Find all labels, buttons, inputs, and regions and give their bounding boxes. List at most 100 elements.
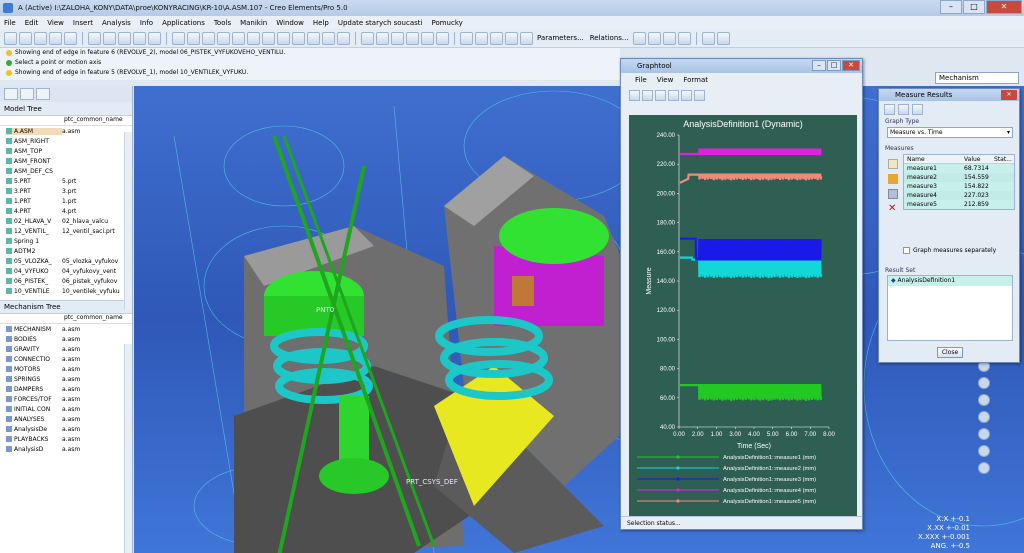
- close-button[interactable]: Close: [937, 347, 963, 358]
- column-header[interactable]: ptc_common_name: [64, 116, 123, 125]
- tree-item[interactable]: ASM_DEF_CS: [0, 166, 132, 176]
- analysis-run-icon[interactable]: [978, 462, 990, 474]
- delete-icon[interactable]: ✕: [888, 204, 898, 214]
- graphtool-close-button[interactable]: ✕: [842, 60, 860, 71]
- graphtool-minimize-button[interactable]: –: [812, 60, 826, 71]
- column-header[interactable]: ptc_common_name: [64, 314, 123, 323]
- save-icon[interactable]: [912, 104, 923, 115]
- table-row[interactable]: measure3 154.822: [904, 182, 1014, 191]
- menu-update-starych-soucasti[interactable]: Update starych soucasti: [338, 19, 423, 27]
- menu-pomucky[interactable]: Pomucky: [431, 19, 462, 27]
- tree-item[interactable]: Spring 1: [0, 236, 132, 246]
- tree-item[interactable]: 3.PRT 3.prt: [0, 186, 132, 196]
- close-button[interactable]: ✕: [986, 0, 1022, 14]
- tree-item[interactable]: 05_VLOZKA_ 05_vlozka_vyfukov: [0, 256, 132, 266]
- table-row[interactable]: measure5 212.859: [904, 200, 1014, 209]
- table-icon[interactable]: [655, 89, 666, 101]
- tree-item[interactable]: FORCES/TOF a.asm: [0, 394, 132, 404]
- mechanism-dropdown[interactable]: Mechanism: [935, 72, 1019, 84]
- shading-icon[interactable]: [337, 31, 350, 45]
- menu-applications[interactable]: Applications: [162, 19, 205, 27]
- menu-tools[interactable]: Tools: [214, 19, 231, 27]
- format-icon[interactable]: [642, 89, 653, 101]
- tree-item[interactable]: 1.PRT 1.prt: [0, 196, 132, 206]
- model-info-icon[interactable]: [490, 31, 503, 45]
- tree-item[interactable]: 12_VENTIL_ 12_ventil_saci.prt: [0, 226, 132, 236]
- measure-icon[interactable]: [460, 31, 473, 45]
- relations-button[interactable]: Relations...: [590, 34, 629, 42]
- layers-icon[interactable]: [307, 31, 320, 45]
- save-icon[interactable]: [34, 31, 47, 45]
- mechanism-tree-scrollbar[interactable]: [124, 344, 132, 553]
- menu-file[interactable]: File: [635, 76, 647, 84]
- help-icon[interactable]: [677, 31, 691, 45]
- graph-icon[interactable]: [505, 31, 518, 45]
- tree-item[interactable]: ANALYSES a.asm: [0, 414, 132, 424]
- repaint-icon[interactable]: [217, 31, 230, 45]
- damper-icon[interactable]: [978, 428, 990, 440]
- table-row[interactable]: measure2 154.559: [904, 173, 1014, 182]
- parameters-button[interactable]: Parameters...: [537, 34, 584, 42]
- open-icon[interactable]: [19, 31, 32, 45]
- find-icon[interactable]: [187, 31, 200, 45]
- refit-icon[interactable]: [681, 89, 692, 101]
- table-row[interactable]: measure1 68.7314: [904, 164, 1014, 173]
- tree-item[interactable]: ASM_FRONT: [0, 156, 132, 166]
- tree-item[interactable]: BODIES a.asm: [0, 334, 132, 344]
- table-icon[interactable]: [520, 31, 533, 45]
- regenerate-icon[interactable]: [172, 31, 185, 45]
- tree-item[interactable]: AnalysisDe a.asm: [0, 424, 132, 434]
- tree-item[interactable]: ASM_RIGHT: [0, 136, 132, 146]
- datum-axes-icon[interactable]: [376, 31, 389, 45]
- redo-icon[interactable]: [103, 31, 116, 45]
- tree-item[interactable]: PLAYBACKS a.asm: [0, 434, 132, 444]
- scissors-icon[interactable]: [632, 31, 646, 45]
- tree-item[interactable]: 04_VYFUKO 04_vyfukovy_vent: [0, 266, 132, 276]
- servo-icon[interactable]: [978, 394, 990, 406]
- minimize-button[interactable]: –: [940, 0, 962, 14]
- close-window-icon[interactable]: [716, 31, 730, 45]
- cut-icon[interactable]: [118, 31, 131, 45]
- undo-icon[interactable]: [88, 31, 101, 45]
- tree-item[interactable]: CONNECTIO a.asm: [0, 354, 132, 364]
- view-manager-icon[interactable]: [322, 31, 335, 45]
- print-icon[interactable]: [629, 89, 640, 101]
- tab-model-tree[interactable]: [4, 88, 18, 100]
- window-icon[interactable]: [701, 31, 715, 45]
- print-icon[interactable]: [49, 31, 62, 45]
- tree-item[interactable]: DAMPERS a.asm: [0, 384, 132, 394]
- menu-insert[interactable]: Insert: [73, 19, 93, 27]
- tree-item[interactable]: ADTM2: [0, 246, 132, 256]
- tree-item[interactable]: ASM_TOP: [0, 146, 132, 156]
- refit-icon[interactable]: [262, 31, 275, 45]
- tree-item[interactable]: 5.PRT 5.prt: [0, 176, 132, 186]
- tree-item[interactable]: A.ASM a.asm: [0, 126, 132, 136]
- menu-format[interactable]: Format: [683, 76, 708, 84]
- menu-info[interactable]: Info: [140, 19, 153, 27]
- tab-folder-browser[interactable]: [20, 88, 34, 100]
- tree-item[interactable]: MOTORS a.asm: [0, 364, 132, 374]
- copy-icon[interactable]: [133, 31, 146, 45]
- tree-item[interactable]: GRAVITY a.asm: [0, 344, 132, 354]
- tab-favorites[interactable]: [36, 88, 50, 100]
- reorient-icon[interactable]: [277, 31, 290, 45]
- menu-edit[interactable]: Edit: [25, 19, 39, 27]
- force-icon[interactable]: [978, 445, 990, 457]
- analysis-icon[interactable]: [475, 31, 488, 45]
- menu-manikin[interactable]: Manikin: [240, 19, 267, 27]
- menu-window[interactable]: Window: [276, 19, 304, 27]
- paste-icon[interactable]: [148, 31, 161, 45]
- list-item[interactable]: ◆ AnalysisDefinition1: [888, 276, 1012, 286]
- measure-close-icon[interactable]: ✕: [1001, 90, 1017, 100]
- annotations-icon[interactable]: [421, 31, 434, 45]
- email-icon[interactable]: [64, 31, 77, 45]
- tree-item[interactable]: 4.PRT 4.prt: [0, 206, 132, 216]
- select-icon[interactable]: [202, 31, 215, 45]
- table-row[interactable]: measure4 227.023: [904, 191, 1014, 200]
- menu-view[interactable]: View: [657, 76, 674, 84]
- globe-icon[interactable]: [662, 31, 676, 45]
- tree-item[interactable]: 02_HLAVA_V 02_hlava_valcu: [0, 216, 132, 226]
- graph-separately-checkbox[interactable]: Graph measures separately: [903, 247, 996, 254]
- graph-type-select[interactable]: Measure vs. Time ▾: [887, 127, 1013, 138]
- copy-icon[interactable]: [888, 189, 898, 199]
